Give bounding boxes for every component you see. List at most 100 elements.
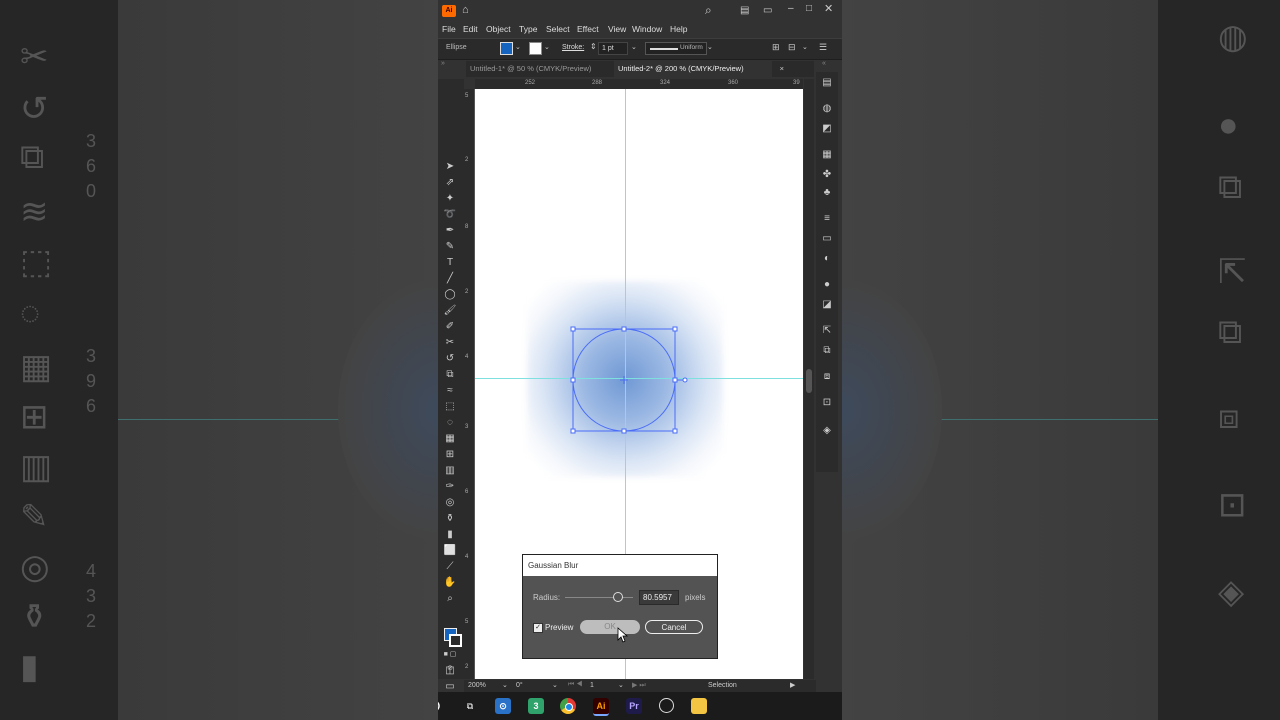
shape-builder-tool-icon[interactable]: ◌ xyxy=(441,416,459,430)
line-tool-icon[interactable]: ╱ xyxy=(441,272,459,286)
ellipse-selection[interactable] xyxy=(565,321,695,437)
fill-swatch[interactable] xyxy=(500,42,513,55)
home-icon[interactable]: ⌂ xyxy=(462,4,469,16)
artboards-icon[interactable]: ⧉ xyxy=(820,344,834,358)
zoom-tool-icon[interactable]: ⌕ xyxy=(441,592,459,606)
artboard-tool-icon[interactable]: ⬜ xyxy=(441,544,459,558)
chevron-down-icon[interactable]: ⌄ xyxy=(502,681,508,689)
store-icon[interactable]: ⊙ xyxy=(495,698,511,714)
menu-window[interactable]: Window xyxy=(632,24,662,34)
export-icon[interactable]: ⇱ xyxy=(820,324,834,338)
hand-tool-icon[interactable]: ✋ xyxy=(441,576,459,590)
rotate-tool-icon[interactable]: ↺ xyxy=(441,352,459,366)
app3-icon[interactable]: 3 xyxy=(528,698,544,714)
graphic-styles-icon[interactable]: ◩ xyxy=(820,122,834,136)
scissors-tool-icon[interactable]: ✂ xyxy=(441,336,459,350)
stroke-color-box[interactable] xyxy=(449,634,462,647)
arrange-documents-icon[interactable]: ▤ xyxy=(740,5,749,16)
menu-view[interactable]: View xyxy=(608,24,626,34)
chrome-icon[interactable] xyxy=(560,698,576,714)
rotation-view[interactable]: 0° xyxy=(516,682,523,689)
pen-tool-icon[interactable]: ✒ xyxy=(441,224,459,238)
menu-type[interactable]: Type xyxy=(519,24,537,34)
cancel-button[interactable]: Cancel xyxy=(645,620,703,634)
perspective-grid-tool-icon[interactable]: ▦ xyxy=(441,432,459,446)
menu-file[interactable]: File xyxy=(442,24,456,34)
task-view-icon[interactable]: ⧉ xyxy=(462,698,478,714)
color-guide-icon[interactable]: ◪ xyxy=(820,298,834,312)
premiere-icon[interactable]: Pr xyxy=(626,698,642,714)
obs-icon[interactable] xyxy=(659,698,674,713)
appearance-icon[interactable]: ◍ xyxy=(820,102,834,116)
layers-icon[interactable]: ◈ xyxy=(820,424,834,438)
tab-close-icon[interactable]: × xyxy=(780,61,784,77)
expand-panels-icon[interactable]: « xyxy=(822,60,826,67)
search-circle-icon[interactable] xyxy=(438,698,444,714)
file-explorer-icon[interactable] xyxy=(691,698,707,714)
blob-brush-tool-icon[interactable]: ✐ xyxy=(441,320,459,334)
stroke-swatch[interactable] xyxy=(529,42,542,55)
curvature-tool-icon[interactable]: ✎ xyxy=(441,240,459,254)
menu-help[interactable]: Help xyxy=(670,24,687,34)
free-transform-tool-icon[interactable]: ⬚ xyxy=(441,400,459,414)
chevron-down-icon[interactable]: ⌄ xyxy=(544,43,550,51)
align-objects-icon[interactable]: ⊟ xyxy=(788,42,796,53)
tab-untitled-2[interactable]: Untitled-2* @ 200 % (CMYK/Preview) × xyxy=(614,61,784,77)
maximize-icon[interactable]: □ xyxy=(806,3,812,14)
minimize-icon[interactable]: – xyxy=(788,3,794,14)
transparency-icon[interactable]: ◐ xyxy=(820,252,834,266)
pathfinder-icon[interactable]: ⧈ xyxy=(820,370,834,384)
properties-icon[interactable]: ▤ xyxy=(820,76,834,90)
tab-untitled-1[interactable]: Untitled-1* @ 50 % (CMYK/Preview) xyxy=(466,61,612,77)
current-tool-status[interactable]: Selection xyxy=(708,682,737,689)
stroke-profile-select[interactable]: Uniform xyxy=(645,42,707,55)
vertical-scrollbar[interactable] xyxy=(804,79,814,679)
stroke-label[interactable]: Stroke: xyxy=(562,44,584,51)
artboard-number[interactable]: 1 xyxy=(590,682,594,689)
gradient-panel-icon[interactable]: ▭ xyxy=(820,232,834,246)
warp-tool-icon[interactable]: ≈ xyxy=(441,384,459,398)
canvas[interactable]: Gaussian Blur Radius: 80.5957 pixels ✓ P… xyxy=(475,89,803,679)
preview-checkbox[interactable]: ✓ xyxy=(533,623,543,633)
magic-wand-tool-icon[interactable]: ✦ xyxy=(441,192,459,206)
selection-tool-icon[interactable]: ➤ xyxy=(441,160,459,174)
blend-tool-icon[interactable]: ◎ xyxy=(441,496,459,510)
stroke-panel-icon[interactable]: ≡ xyxy=(820,212,834,226)
workspace-icon[interactable]: ▭ xyxy=(763,5,772,16)
next-artboard-icon[interactable]: ▶ ⏭ xyxy=(632,681,646,690)
ok-button[interactable]: OK xyxy=(580,620,640,634)
slice-tool-icon[interactable]: ⟋ xyxy=(441,560,459,574)
type-tool-icon[interactable]: T xyxy=(441,256,459,270)
illustrator-icon[interactable]: Ai xyxy=(593,698,609,716)
search-icon[interactable]: ⌕ xyxy=(705,3,712,18)
eyedropper-tool-icon[interactable]: ✑ xyxy=(441,480,459,494)
menu-select[interactable]: Select xyxy=(546,24,570,34)
chevron-down-icon[interactable]: ⌄ xyxy=(802,43,808,51)
ellipse-tool-icon[interactable]: ◯ xyxy=(441,288,459,302)
radius-input[interactable]: 80.5957 xyxy=(639,590,679,605)
align-grid-icon[interactable]: ⊞ xyxy=(772,42,780,53)
close-icon[interactable]: ✕ xyxy=(824,2,833,15)
menu-edit[interactable]: Edit xyxy=(463,24,478,34)
chevron-down-icon[interactable]: ⌄ xyxy=(618,681,624,689)
lasso-tool-icon[interactable]: ➰ xyxy=(441,208,459,222)
symbols-icon[interactable]: ♣ xyxy=(820,186,834,200)
scrollbar-thumb[interactable] xyxy=(806,369,812,393)
chevron-down-icon[interactable]: ⌄ xyxy=(707,43,713,51)
brushes-icon[interactable]: ✤ xyxy=(820,168,834,182)
draw-mode-icon[interactable]: ◫ xyxy=(441,664,459,678)
collapse-panels-icon[interactable]: » xyxy=(441,60,445,67)
column-graph-tool-icon[interactable]: ▮ xyxy=(441,528,459,542)
menu-effect[interactable]: Effect xyxy=(577,24,599,34)
direct-selection-tool-icon[interactable]: ⇗ xyxy=(441,176,459,190)
paintbrush-tool-icon[interactable]: 🖌 xyxy=(441,304,459,318)
scale-tool-icon[interactable]: ⧉ xyxy=(441,368,459,382)
chevron-down-icon[interactable]: ⌄ xyxy=(552,681,558,689)
stroke-stepper-icon[interactable]: ⇕ xyxy=(590,42,597,51)
stroke-weight-input[interactable]: 1 pt xyxy=(598,42,628,55)
first-artboard-icon[interactable]: ⏮ ◀ xyxy=(568,681,583,689)
symbol-sprayer-tool-icon[interactable]: ⚱ xyxy=(441,512,459,526)
radius-slider-handle[interactable] xyxy=(613,592,623,602)
mesh-tool-icon[interactable]: ⊞ xyxy=(441,448,459,462)
panel-menu-icon[interactable]: ☰ xyxy=(819,42,827,53)
